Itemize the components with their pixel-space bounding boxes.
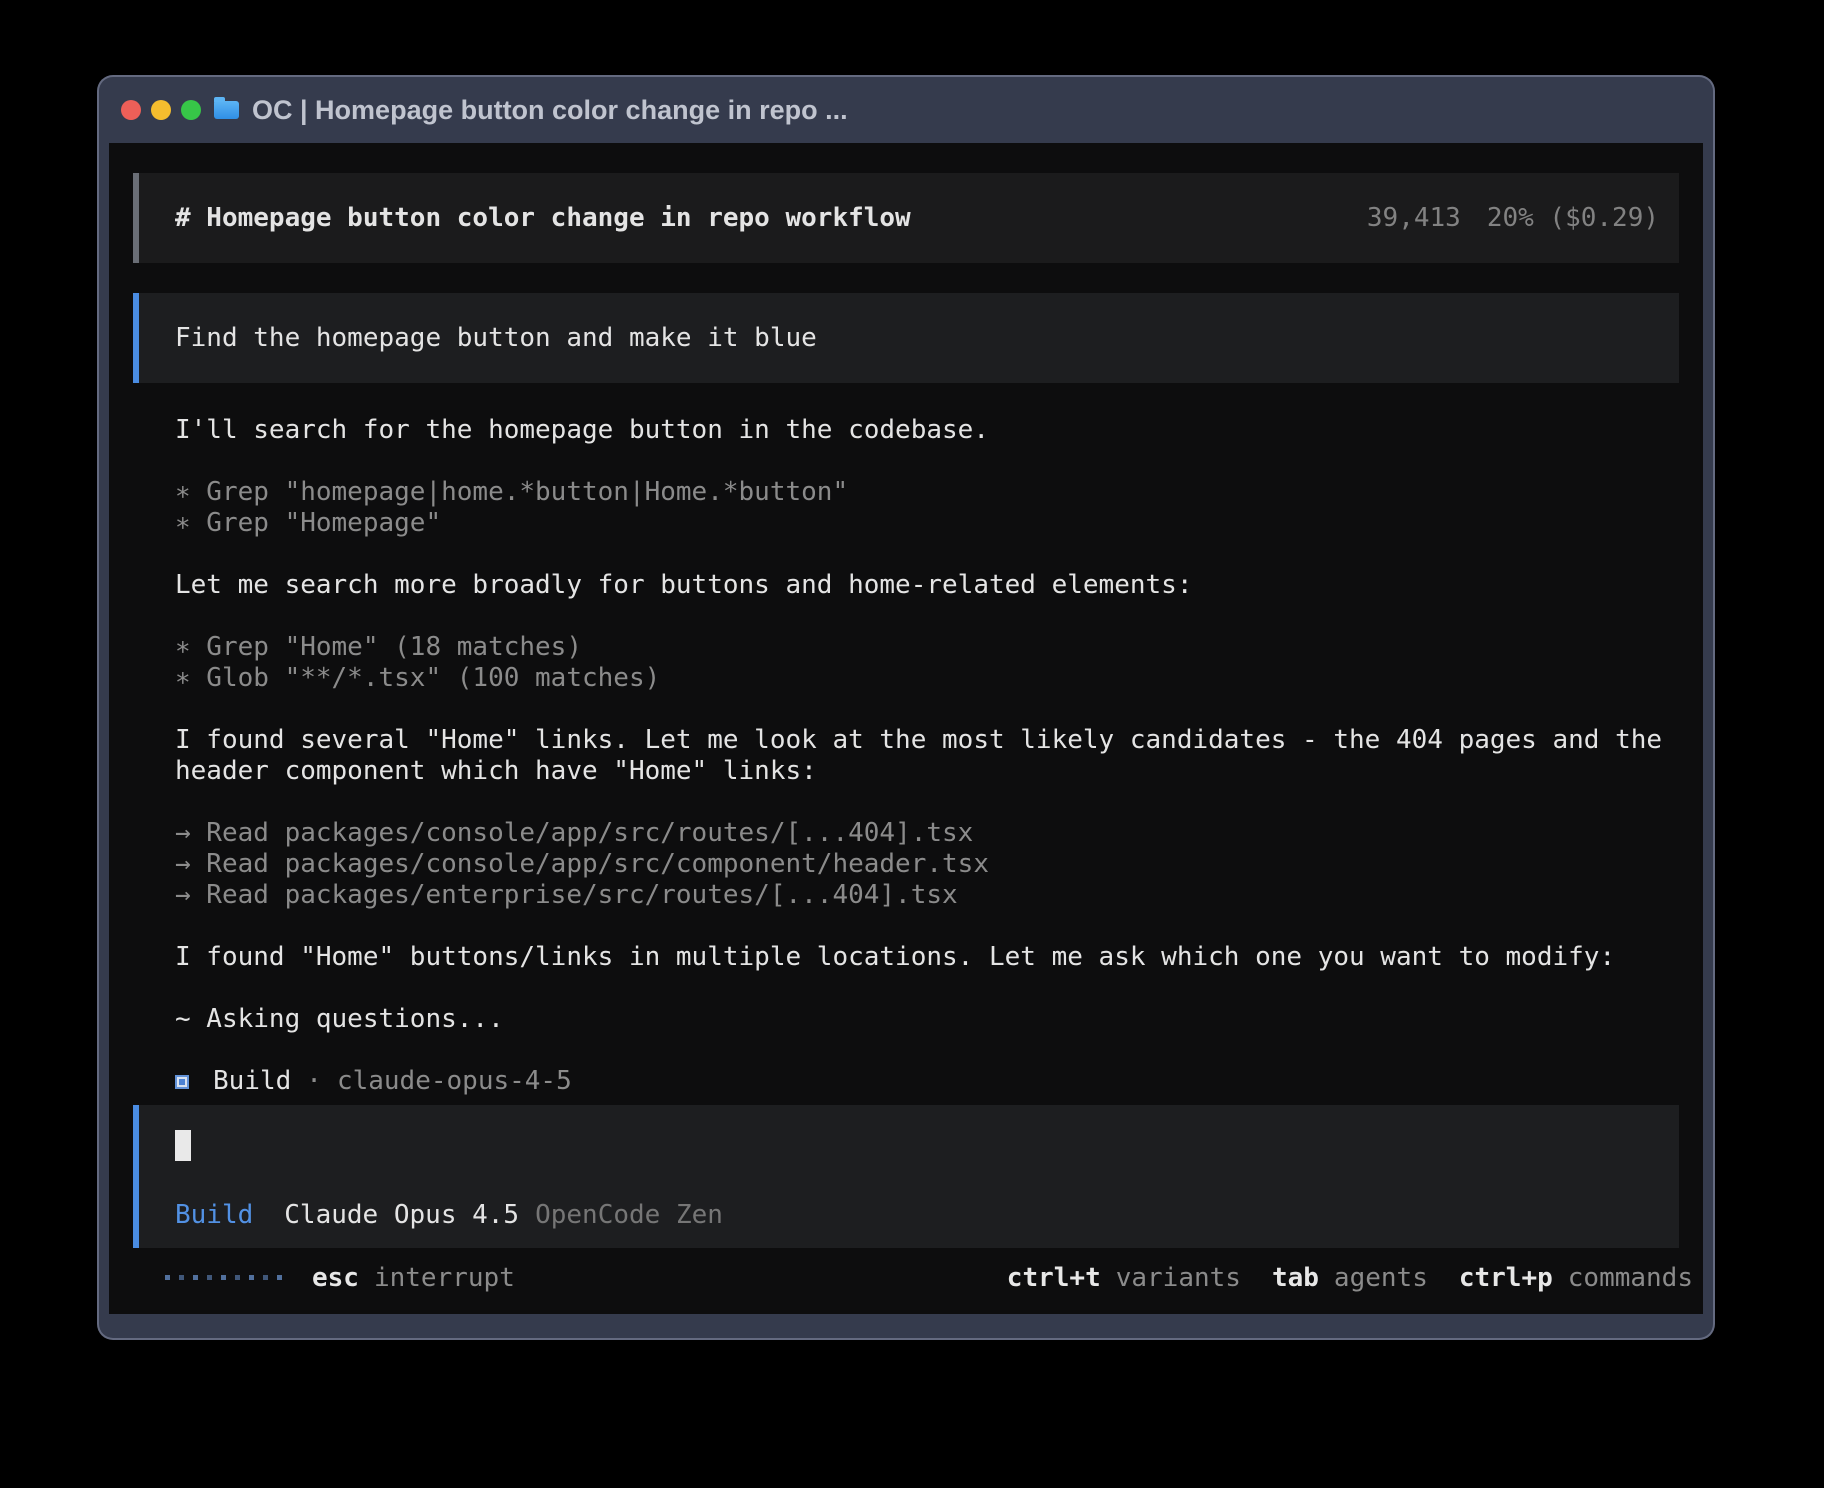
- hint-key-esc: esc: [312, 1263, 359, 1293]
- window-titlebar[interactable]: OC | Homepage button color change in rep…: [99, 77, 1713, 143]
- hint-label-agents: agents: [1334, 1263, 1428, 1293]
- input-footer: Build Claude Opus 4.5 OpenCode Zen: [175, 1200, 723, 1231]
- spinner-dots-icon: [165, 1275, 282, 1280]
- hint-label-interrupt: interrupt: [374, 1263, 515, 1293]
- minimize-button[interactable]: [151, 100, 171, 120]
- assistant-text: I found several "Home" links. Let me loo…: [175, 725, 1679, 756]
- traffic-lights: [121, 100, 201, 120]
- tool-call-grep: ∗ Grep "Home" (18 matches): [175, 632, 1679, 663]
- hint-label-commands: commands: [1568, 1263, 1693, 1293]
- terminal-content: # Homepage button color change in repo w…: [109, 143, 1703, 1314]
- agent-name: Build: [213, 1066, 291, 1097]
- window-title: OC | Homepage button color change in rep…: [252, 95, 848, 126]
- tool-call-read: → Read packages/console/app/src/routes/[…: [175, 818, 1679, 849]
- separator-dot: ·: [306, 1066, 322, 1097]
- input-model-label: Claude Opus 4.5: [284, 1200, 519, 1231]
- tool-call-grep: ∗ Grep "Homepage": [175, 508, 1679, 539]
- close-button[interactable]: [121, 100, 141, 120]
- hint-label-variants: variants: [1116, 1263, 1241, 1293]
- transcript: I'll search for the homepage button in t…: [175, 415, 1679, 1097]
- folder-icon: [214, 101, 239, 119]
- input-agent-label: Build: [175, 1200, 253, 1231]
- agent-model: claude-opus-4-5: [337, 1066, 572, 1097]
- assistant-text: Let me search more broadly for buttons a…: [175, 570, 1679, 601]
- context-cost: 20% ($0.29): [1487, 203, 1659, 233]
- agent-status-line: Build · claude-opus-4-5: [175, 1066, 1679, 1097]
- assistant-text: I found "Home" buttons/links in multiple…: [175, 942, 1679, 973]
- prompt-input[interactable]: Build Claude Opus 4.5 OpenCode Zen: [133, 1105, 1679, 1248]
- user-message-text: Find the homepage button and make it blu…: [175, 323, 817, 353]
- hint-interrupt: esc interrupt: [312, 1263, 515, 1293]
- text-cursor: [175, 1130, 191, 1161]
- agent-bullet-icon: [175, 1075, 189, 1089]
- status-asking: ~ Asking questions...: [175, 1004, 1679, 1035]
- tool-call-read: → Read packages/enterprise/src/routes/[.…: [175, 880, 1679, 911]
- zoom-button[interactable]: [181, 100, 201, 120]
- tool-call-read: → Read packages/console/app/src/componen…: [175, 849, 1679, 880]
- session-header: # Homepage button color change in repo w…: [133, 173, 1679, 263]
- user-message: Find the homepage button and make it blu…: [133, 293, 1679, 383]
- hint-key-ctrl-p: ctrl+p: [1459, 1263, 1553, 1293]
- hint-variants: ctrl+t variants: [1007, 1263, 1241, 1293]
- hint-commands: ctrl+p commands: [1459, 1263, 1693, 1293]
- tool-call-glob: ∗ Glob "**/*.tsx" (100 matches): [175, 663, 1679, 694]
- session-title: # Homepage button color change in repo w…: [175, 203, 911, 233]
- hint-key-tab: tab: [1272, 1263, 1319, 1293]
- token-count: 39,413: [1367, 203, 1461, 233]
- assistant-text: header component which have "Home" links…: [175, 756, 1679, 787]
- status-hints-right: ctrl+t variants tab agents ctrl+p comman…: [1007, 1263, 1693, 1293]
- hint-key-ctrl-t: ctrl+t: [1007, 1263, 1101, 1293]
- status-bar: esc interrupt ctrl+t variants tab agents…: [133, 1262, 1693, 1293]
- terminal-window: OC | Homepage button color change in rep…: [99, 77, 1713, 1338]
- input-provider-label: OpenCode Zen: [535, 1200, 723, 1231]
- hint-agents: tab agents: [1272, 1263, 1428, 1293]
- assistant-text: I'll search for the homepage button in t…: [175, 415, 1679, 446]
- session-stats: 39,413 20% ($0.29): [1367, 203, 1659, 233]
- tool-call-grep: ∗ Grep "homepage|home.*button|Home.*butt…: [175, 477, 1679, 508]
